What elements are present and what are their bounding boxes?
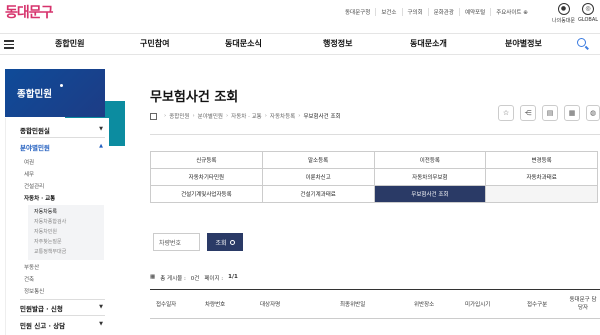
breadcrumb-item[interactable]: 종합민원 [169,112,189,120]
search-button-label: 조회 [215,239,227,247]
lnb-item-car-traffic[interactable]: 자동차 · 교통 [24,194,55,202]
kakao-button[interactable]: ◍ [586,105,600,121]
divider [20,137,105,138]
chat-icon: ◍ [589,109,597,117]
col-manager: 동대문구 담당자 [569,297,597,311]
lnb-item-report[interactable]: 민원 신고 · 상담 [20,320,65,330]
lnb-item-field-civil[interactable]: 분야별민원 [20,142,50,152]
side-navigation: 종합민원 종합민원실 ▼ 분야별민원 ▲ 여권 세무 건설관리 자동차 · 교통… [5,69,125,335]
breadcrumb-separator: › [192,113,195,119]
tab-transfer[interactable]: 이전등록 [374,152,487,169]
print-button[interactable]: ▤ [542,105,558,121]
col-uninsured-period: 미가입시기 [465,302,491,308]
chevron-down-icon: ▼ [99,321,103,327]
lnb-item-civil-office[interactable]: 종합민원실 [20,125,50,135]
lnb-header: 종합민원 [5,69,105,117]
search-button[interactable]: 조회 [207,233,243,251]
breadcrumb-current: 무보험사건 조회 [303,114,341,120]
chevron-down-icon: ▼ [99,126,103,132]
lnb-item-car-civil[interactable]: 자동차민원 [34,228,57,235]
lnb-item-telecom[interactable]: 정보통신 [24,287,44,295]
tab-car-misc[interactable]: 자동차기타민원 [151,169,263,186]
share-icon: ⋲ [524,109,532,117]
lnb-dot [60,84,63,87]
gnb-item-civil-service[interactable]: 종합민원 [55,38,84,49]
breadcrumb-separator: › [298,113,301,119]
tab-menu: 신규등록 말소등록 이전등록 변경등록 자동차기타민원 이륜차신고 자동차의무보… [150,151,598,203]
col-received-date: 접수일자 [156,302,177,308]
home-icon[interactable] [150,112,157,120]
page-label: 페이지 : [204,276,224,282]
lnb-item-car-registration[interactable]: 자동차등록 [34,208,57,215]
search-field-select[interactable]: 차량번호 [153,233,200,251]
star-icon: ☆ [502,109,510,117]
divider [20,299,105,300]
post-count: ▦ 총 게시물 : 0건 페이지 : 1/1 [150,274,238,282]
breadcrumb-item[interactable]: 자동차 · 교통 [231,112,262,120]
col-violation-place: 위반장소 [414,302,435,308]
tab-car-fine[interactable]: 자동차과태료 [486,169,598,186]
tab-motorcycle[interactable]: 이륜차신고 [262,169,375,186]
favorite-button[interactable]: ☆ [498,105,514,121]
list-icon: ▦ [150,274,156,280]
col-last-violation: 최종위반일 [340,302,366,308]
lnb-item-traffic-policy[interactable]: 교통정책부대금 [34,248,66,255]
breadcrumb-item[interactable]: 분야별민원 [198,112,223,120]
print-icon: ▤ [546,109,554,117]
tab-change[interactable]: 변경등록 [486,152,598,169]
breadcrumb-separator: › [225,113,229,119]
lnb-item-passport[interactable]: 여권 [24,158,34,166]
lnb-item-issuance[interactable]: 민원발급 · 신청 [20,303,63,313]
divider [20,315,105,316]
breadcrumb-separator: › [264,113,267,119]
table-header: 접수일자 차량번호 대상자명 최종위반일 위반장소 미가입시기 접수구분 동대문… [150,289,600,319]
total-value: 0건 [190,276,200,282]
col-receipt-type: 접수구분 [527,302,548,308]
page-value: 1/1 [228,274,238,280]
tab-uninsured-lookup[interactable]: 무보험사건 조회 [374,186,487,203]
lnb-menu: 종합민원실 ▼ 분야별민원 ▲ 여권 세무 건설관리 자동차 · 교통 자동차등… [5,118,109,335]
breadcrumb-separator: › [164,113,167,119]
breadcrumb: › 종합민원 › 분야별민원 › 자동차 · 교통 › 자동차등록 › 무보험사… [150,112,341,120]
col-target-name: 대상자명 [260,302,281,308]
lnb-item-faq[interactable]: 자주찾는질문 [34,238,62,245]
tab-empty [486,186,598,203]
total-label: 총 게시물 : [160,276,186,282]
page-title: 무보험사건 조회 [150,90,239,105]
tab-new-registration[interactable]: 신규등록 [151,152,263,169]
lnb-item-building[interactable]: 건축 [24,275,34,283]
lnb-title: 종합민원 [17,89,52,100]
tab-machinery-fine[interactable]: 건설기계과태료 [262,186,375,203]
share-button[interactable]: ⋲ [520,105,536,121]
tab-machinery-registration[interactable]: 건설기계및사업자등록 [151,186,263,203]
tab-deregistration[interactable]: 말소등록 [262,152,375,169]
col-car-number: 차량번호 [205,302,226,308]
breadcrumb-item[interactable]: 자동차등록 [270,112,295,120]
qr-button[interactable]: ▦ [564,105,580,121]
search-icon [229,239,235,245]
chevron-down-icon: ▼ [99,304,103,310]
lnb-item-real-estate[interactable]: 부동산 [24,263,39,271]
tab-insurance[interactable]: 자동차의무보험 [374,169,487,186]
search-field-label: 차량번호 [159,239,182,247]
menu-icon[interactable] [4,38,14,51]
lnb-item-construction[interactable]: 건설관리 [24,182,44,190]
site-logo[interactable]: 동대문구 [5,2,54,22]
lnb-item-car-inspection[interactable]: 자동차종합검사 [34,218,66,225]
chevron-up-icon: ▲ [99,143,103,149]
main-content: 무보험사건 조회 › 종합민원 › 분야별민원 › 자동차 · 교통 › 자동차… [150,0,600,335]
divider [150,134,600,135]
qr-icon: ▦ [568,109,576,117]
lnb-item-tax[interactable]: 세무 [24,170,34,178]
